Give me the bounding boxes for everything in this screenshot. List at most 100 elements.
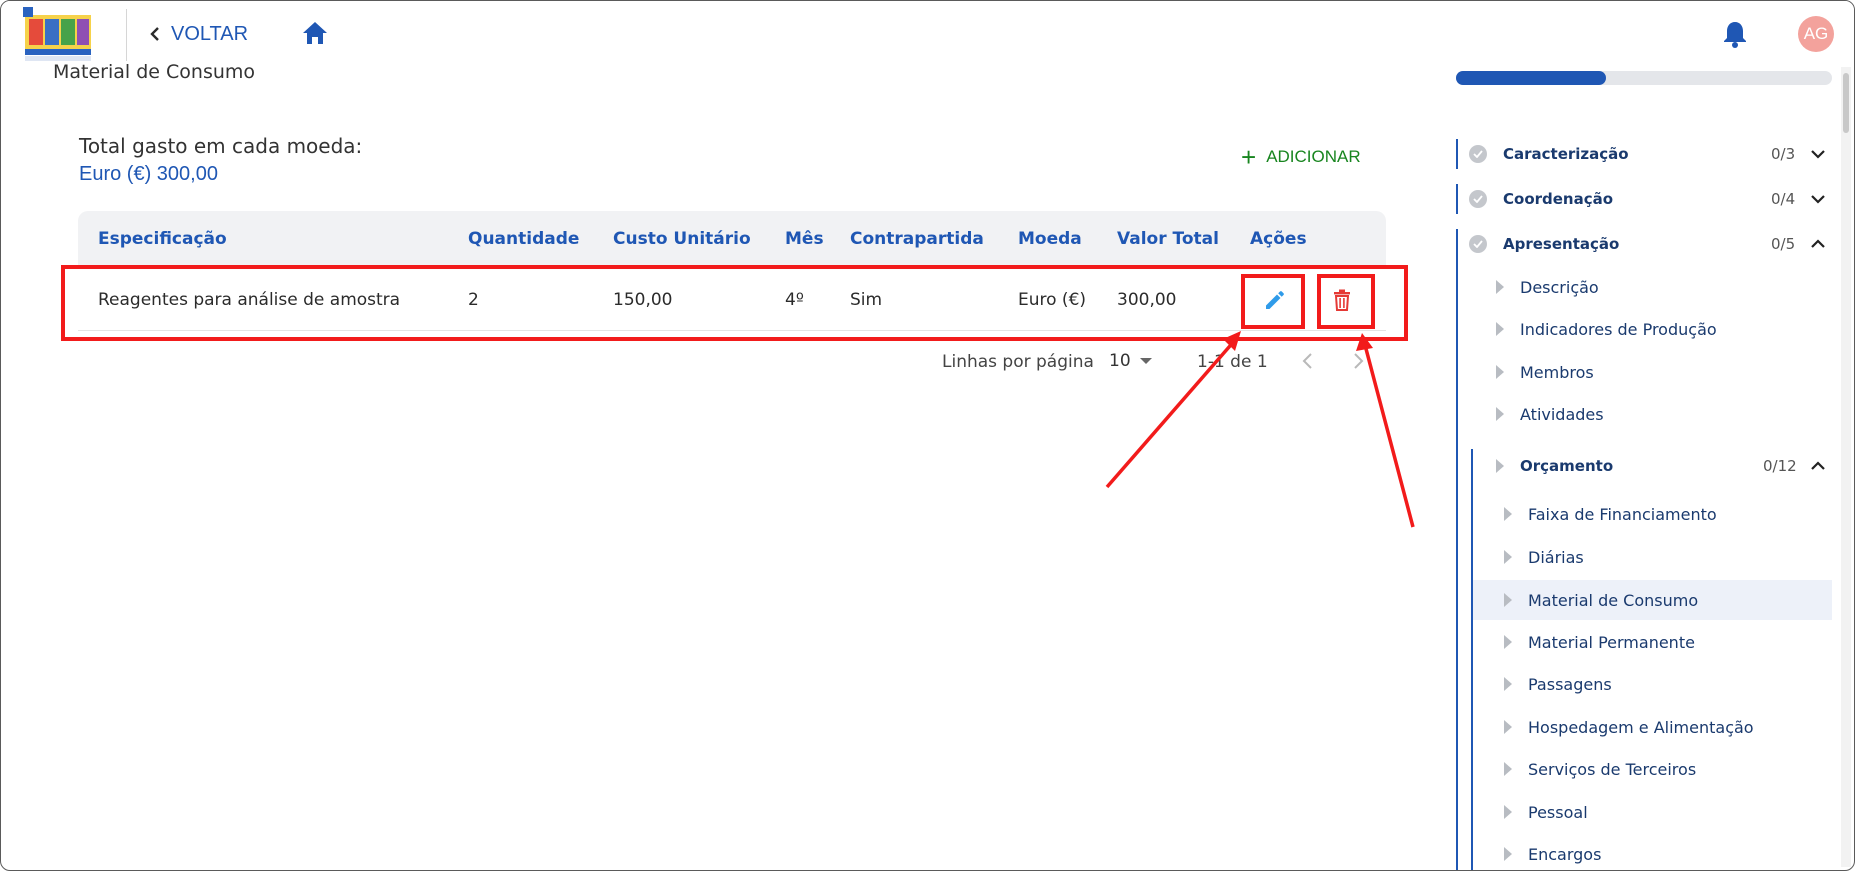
- user-avatar[interactable]: AG: [1798, 16, 1834, 52]
- caret-right-icon: [1504, 847, 1512, 861]
- back-label: VOLTAR: [171, 22, 249, 45]
- caret-right-icon: [1504, 593, 1512, 607]
- sidebar-item-pessoal[interactable]: Pessoal: [1504, 792, 1588, 832]
- sidebar-item-faixa[interactable]: Faixa de Financiamento: [1504, 494, 1717, 534]
- page-title: Material de Consumo: [53, 61, 256, 83]
- sidebar-item-membros[interactable]: Membros: [1496, 352, 1594, 392]
- sidebar-section-apresentacao[interactable]: Apresentação: [1469, 230, 1619, 258]
- caret-down-icon: [1139, 358, 1152, 364]
- col-especificacao: Especificação: [98, 229, 227, 249]
- back-button[interactable]: VOLTAR: [149, 19, 248, 49]
- col-valor-total: Valor Total: [1117, 229, 1219, 249]
- caret-right-icon: [1496, 365, 1504, 379]
- sidebar-bar-orcamento: [1471, 449, 1473, 870]
- sidebar-item-label: Faixa de Financiamento: [1528, 504, 1717, 524]
- sidebar-item-label: Material Permanente: [1528, 632, 1695, 652]
- caret-right-icon: [1504, 677, 1512, 691]
- chevron-down-icon[interactable]: [1810, 191, 1826, 207]
- cell-valor-total: 300,00: [1117, 290, 1177, 310]
- progress-bar: [1456, 71, 1832, 85]
- rows-per-page-label: Linhas por página: [942, 352, 1094, 372]
- cell-custo-unitario: 150,00: [613, 290, 673, 310]
- sidebar-item-label: Indicadores de Produção: [1520, 319, 1717, 339]
- col-mes: Mês: [785, 229, 824, 249]
- sidebar-count: 0/12: [1763, 457, 1797, 475]
- sidebar-section-caracterizacao[interactable]: Caracterização: [1469, 140, 1629, 168]
- sidebar-item-servicos[interactable]: Serviços de Terceiros: [1504, 749, 1696, 789]
- sidebar-bar-caracterizacao: [1456, 139, 1458, 169]
- check-circle-icon: [1469, 190, 1487, 208]
- sidebar-count: 0/5: [1771, 235, 1796, 253]
- sidebar-item-hospedagem[interactable]: Hospedagem e Alimentação: [1504, 707, 1754, 747]
- col-acoes: Ações: [1250, 229, 1307, 249]
- caret-right-icon: [1504, 805, 1512, 819]
- check-circle-icon: [1469, 145, 1487, 163]
- sidebar-bar-apresentacao: [1456, 229, 1458, 870]
- caret-right-icon: [1504, 635, 1512, 649]
- caret-right-icon: [1504, 762, 1512, 776]
- caret-right-icon: [1496, 407, 1504, 421]
- sidebar-bar-coordenacao: [1456, 184, 1458, 214]
- sidebar-item-orcamento[interactable]: Orçamento: [1496, 446, 1613, 486]
- progress-bar-fill: [1456, 71, 1607, 85]
- cell-moeda: Euro (€): [1018, 290, 1087, 310]
- chevron-up-icon[interactable]: [1810, 236, 1826, 252]
- sidebar-item-atividades[interactable]: Atividades: [1496, 394, 1604, 434]
- sidebar-item-label: Passagens: [1528, 674, 1612, 694]
- add-button[interactable]: + ADICIONAR: [1241, 142, 1361, 172]
- bell-icon[interactable]: [1721, 19, 1749, 49]
- sidebar-item-label: Serviços de Terceiros: [1528, 759, 1697, 779]
- cell-mes: 4º: [785, 290, 804, 310]
- sidebar-item-indicadores[interactable]: Indicadores de Produção: [1496, 309, 1717, 349]
- caret-right-icon: [1504, 507, 1512, 521]
- sidebar-item-material-permanente[interactable]: Material Permanente: [1504, 622, 1695, 662]
- scrollbar-thumb[interactable]: [1843, 73, 1849, 133]
- sidebar-count: 0/4: [1771, 190, 1796, 208]
- next-page-icon[interactable]: [1351, 351, 1371, 375]
- sidebar-item-material-consumo[interactable]: Material de Consumo: [1473, 580, 1832, 620]
- home-icon[interactable]: [301, 19, 329, 47]
- header-divider: [126, 9, 127, 61]
- check-circle-icon: [1469, 235, 1487, 253]
- sidebar-item-encargos[interactable]: Encargos: [1504, 834, 1601, 870]
- sidebar-count: 0/3: [1771, 145, 1796, 163]
- prev-page-icon[interactable]: [1301, 351, 1321, 375]
- trash-icon[interactable]: [1328, 286, 1356, 314]
- sidebar-item-label: Diárias: [1528, 547, 1584, 567]
- totals-label: Total gasto em cada moeda:: [79, 134, 363, 158]
- sidebar-section-label: Caracterização: [1503, 145, 1629, 163]
- sidebar-section-coordenacao[interactable]: Coordenação: [1469, 185, 1613, 213]
- caret-right-icon: [1496, 459, 1504, 473]
- app-window: VOLTAR AG Material de Consumo Total gast…: [0, 0, 1855, 871]
- chevron-left-icon: [150, 27, 159, 41]
- cell-contrapartida: Sim: [850, 290, 883, 310]
- sidebar-item-label: Material de Consumo: [1528, 590, 1699, 610]
- plus-icon: +: [1241, 142, 1257, 172]
- top-header: VOLTAR AG: [1, 1, 1854, 67]
- rows-per-page-value: 10: [1109, 351, 1131, 371]
- chevron-down-icon[interactable]: [1810, 146, 1826, 162]
- page-range: 1-1 de 1: [1197, 352, 1268, 372]
- sidebar-item-passagens[interactable]: Passagens: [1504, 664, 1612, 704]
- sidebar-section-label: Coordenação: [1503, 190, 1614, 208]
- sidebar-item-label: Descrição: [1520, 277, 1599, 297]
- col-custo-unitario: Custo Unitário: [613, 229, 751, 249]
- sidebar-item-diarias[interactable]: Diárias: [1504, 537, 1584, 577]
- sidebar-item-descricao[interactable]: Descrição: [1496, 267, 1599, 307]
- sidebar-scrollbar[interactable]: [1841, 67, 1851, 867]
- col-contrapartida: Contrapartida: [850, 229, 984, 249]
- sidebar-section-label: Apresentação: [1503, 235, 1620, 253]
- chevron-up-icon[interactable]: [1810, 458, 1826, 474]
- col-quantidade: Quantidade: [468, 229, 580, 249]
- rows-per-page-select[interactable]: 10: [1109, 351, 1153, 371]
- cell-especificacao: Reagentes para análise de amostra: [98, 290, 401, 310]
- sidebar-item-label: Atividades: [1520, 404, 1604, 424]
- caret-right-icon: [1504, 720, 1512, 734]
- add-label: ADICIONAR: [1266, 147, 1361, 166]
- sidebar-item-label: Hospedagem e Alimentação: [1528, 717, 1754, 737]
- edes-logo: [21, 5, 95, 63]
- cell-quantidade: 2: [468, 290, 479, 310]
- sidebar-item-label: Membros: [1520, 362, 1594, 382]
- pencil-icon[interactable]: [1261, 286, 1289, 314]
- caret-right-icon: [1496, 280, 1504, 294]
